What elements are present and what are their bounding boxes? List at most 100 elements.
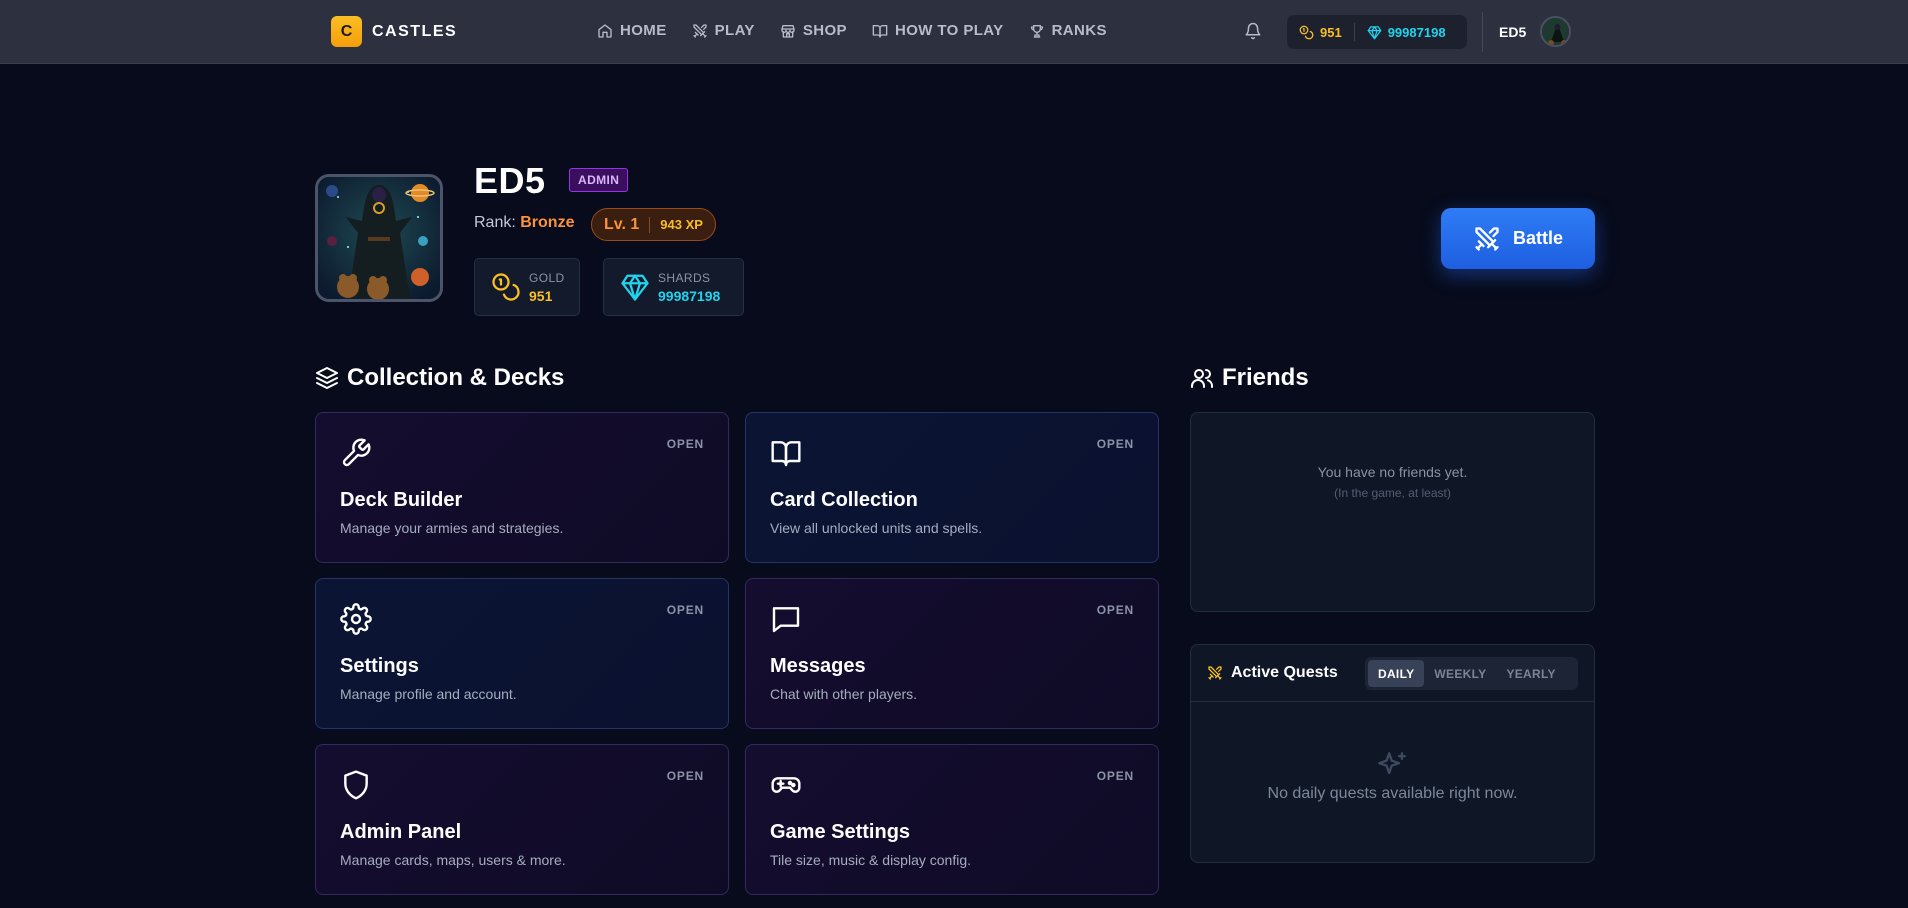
wallet-display: 951 99987198 — [1287, 15, 1467, 49]
nav-shop[interactable]: SHOP — [780, 22, 847, 39]
card-settings[interactable]: OPEN Settings Manage profile and account… — [315, 578, 729, 729]
card-deck-builder[interactable]: OPEN Deck Builder Manage your armies and… — [315, 412, 729, 563]
card-title: Messages — [770, 655, 866, 677]
battle-button[interactable]: Battle — [1441, 208, 1595, 269]
store-icon — [781, 24, 795, 38]
card-title: Game Settings — [770, 821, 911, 843]
card-desc: Manage profile and account. — [340, 686, 517, 702]
friends-title: Friends — [1222, 364, 1309, 391]
nav-avatar[interactable] — [1540, 16, 1571, 47]
gem-icon — [621, 274, 649, 301]
level-pill: Lv. 1 943 XP — [591, 208, 716, 241]
collection-header: Collection & Decks — [315, 364, 564, 392]
friends-empty: You have no friends yet. — [1317, 464, 1468, 480]
rank-line: Rank: Bronze — [474, 214, 574, 232]
shards-value: 99987198 — [658, 287, 721, 304]
nav-how-to-play[interactable]: HOW TO PLAY — [872, 22, 1004, 39]
card-desc: Manage your armies and strategies. — [340, 520, 564, 536]
swords-icon — [1475, 226, 1499, 251]
profile-avatar[interactable] — [315, 174, 443, 302]
rank-value: Bronze — [520, 214, 575, 231]
xp-value: 943 XP — [660, 217, 703, 232]
quests-title: Active Quests — [1231, 664, 1338, 681]
card-desc: View all unlocked units and spells. — [770, 520, 983, 536]
open-label: OPEN — [1096, 769, 1134, 783]
home-icon — [598, 23, 612, 38]
shards-stat: SHARDS 99987198 — [603, 258, 744, 316]
open-label: OPEN — [1096, 437, 1134, 451]
coins-icon — [1299, 25, 1314, 39]
collection-title: Collection & Decks — [347, 364, 565, 391]
message-icon — [772, 607, 800, 633]
trophy-icon — [1030, 24, 1043, 38]
coins-icon — [492, 273, 520, 301]
book-icon — [872, 24, 888, 38]
friends-panel: You have no friends yet. (In the game, a… — [1190, 412, 1595, 612]
swords-icon — [1208, 666, 1222, 680]
top-navbar: C CASTLES HOME PLAY SHOP HOW TO PLAY RAN… — [0, 0, 1908, 64]
quests-panel: Active Quests DAILY WEEKLY YEARLY No dai… — [1190, 644, 1595, 863]
card-game-settings[interactable]: OPEN Game Settings Tile size, music & di… — [745, 744, 1159, 895]
wallet-divider — [1353, 23, 1355, 41]
wallet-gold: 951 — [1320, 24, 1342, 40]
level-value: Lv. 1 — [604, 215, 640, 233]
battle-label: Battle — [1512, 228, 1563, 248]
card-title: Card Collection — [770, 489, 918, 511]
bell-icon[interactable] — [1244, 22, 1262, 40]
main-menu: HOME PLAY SHOP HOW TO PLAY RANKS — [597, 22, 1132, 39]
card-title: Admin Panel — [340, 821, 462, 843]
layers-icon — [316, 367, 338, 389]
nav-home[interactable]: HOME — [597, 22, 667, 39]
card-card-collection[interactable]: OPEN Card Collection View all unlocked u… — [745, 412, 1159, 563]
gear-icon — [340, 603, 372, 635]
tab-weekly[interactable]: WEEKLY — [1424, 660, 1496, 687]
friends-header: Friends — [1190, 364, 1309, 392]
nav-divider — [1482, 12, 1483, 52]
level-divider — [649, 216, 651, 233]
shards-label: SHARDS — [658, 270, 711, 285]
nav-home-label: HOME — [620, 22, 667, 39]
open-label: OPEN — [666, 603, 704, 617]
quest-tabs: DAILY WEEKLY YEARLY — [1365, 657, 1578, 690]
nav-shop-label: SHOP — [802, 22, 847, 39]
card-desc: Manage cards, maps, users & more. — [340, 852, 566, 868]
quests-title-row: Active Quests — [1207, 664, 1338, 682]
card-desc: Tile size, music & display config. — [770, 852, 971, 868]
nav-ranks[interactable]: RANKS — [1029, 22, 1107, 39]
nav-play[interactable]: PLAY — [692, 22, 755, 39]
friends-empty-sub: (In the game, at least) — [1334, 486, 1451, 500]
rank-label: Rank: — [474, 214, 516, 231]
gold-label: GOLD — [529, 270, 565, 285]
open-label: OPEN — [666, 769, 704, 783]
gold-value: 951 — [529, 287, 553, 304]
card-title: Deck Builder — [340, 489, 463, 511]
card-admin-panel[interactable]: OPEN Admin Panel Manage cards, maps, use… — [315, 744, 729, 895]
nav-play-label: PLAY — [714, 22, 755, 39]
sparkle-icon — [1378, 752, 1406, 775]
open-label: OPEN — [1096, 603, 1134, 617]
quests-header: Active Quests DAILY WEEKLY YEARLY — [1191, 645, 1594, 702]
gamepad-icon — [771, 777, 801, 793]
gem-icon — [1367, 25, 1382, 39]
tab-daily[interactable]: DAILY — [1368, 660, 1425, 687]
open-label: OPEN — [666, 437, 704, 451]
profile-name: ED5 — [474, 160, 546, 201]
card-messages[interactable]: OPEN Messages Chat with other players. — [745, 578, 1159, 729]
swords-icon — [692, 23, 707, 38]
tab-yearly[interactable]: YEARLY — [1496, 660, 1565, 687]
shield-icon — [344, 770, 368, 800]
avatar-image — [1542, 18, 1569, 45]
gold-stat: GOLD 951 — [474, 258, 580, 316]
logo-badge: C — [331, 16, 362, 47]
card-title: Settings — [340, 655, 419, 677]
nav-how-to-play-label: HOW TO PLAY — [894, 22, 1004, 39]
admin-badge: ADMIN — [569, 168, 629, 192]
wallet-shards: 99987198 — [1387, 24, 1446, 40]
card-desc: Chat with other players. — [770, 686, 918, 702]
nav-username[interactable]: ED5 — [1499, 24, 1526, 40]
logo[interactable]: C CASTLES — [331, 16, 457, 47]
wrench-icon — [342, 438, 371, 467]
avatar-image — [318, 177, 440, 299]
nav-ranks-label: RANKS — [1051, 22, 1107, 39]
book-open-icon — [771, 441, 801, 467]
